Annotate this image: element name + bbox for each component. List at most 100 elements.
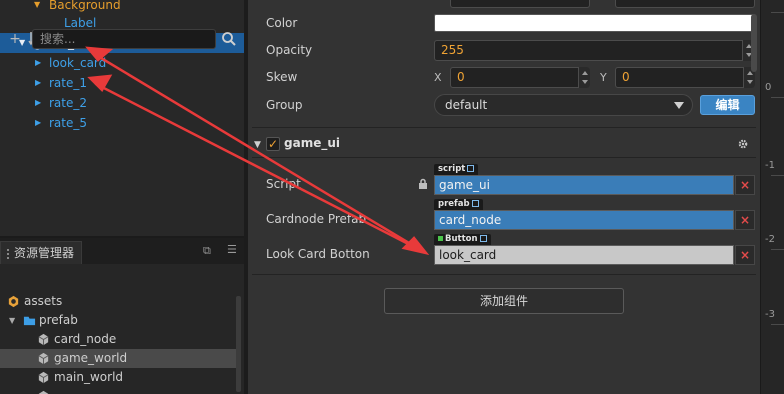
- group-value: default: [445, 98, 488, 112]
- script-field[interactable]: game_ui: [434, 175, 734, 195]
- asset-item-partial[interactable]: [0, 387, 236, 394]
- prefab-cube-icon: [38, 333, 49, 346]
- open-link-icon[interactable]: [467, 165, 475, 172]
- partial-top-field-2[interactable]: [615, 0, 755, 8]
- group-label: Group: [266, 98, 303, 112]
- clear-script-button[interactable]: ×: [735, 175, 755, 195]
- ruler-line: [771, 175, 784, 176]
- script-value: game_ui: [439, 178, 490, 192]
- ruler-line: [771, 324, 784, 325]
- hierarchy-item-look-card[interactable]: ▶ look_card: [0, 53, 244, 73]
- add-asset-icon[interactable]: +: [6, 30, 24, 48]
- ruler-line: [771, 97, 784, 98]
- drag-handle-icon[interactable]: [7, 248, 11, 259]
- asset-item-main-world[interactable]: main_world: [0, 368, 236, 387]
- prefab-type-tag: prefab: [434, 199, 483, 210]
- divider: [252, 274, 756, 275]
- inspector-scrollbar[interactable]: [751, 14, 757, 72]
- scene-cube-icon: [38, 352, 49, 365]
- opacity-label: Opacity: [266, 43, 313, 57]
- tag-label: script: [438, 164, 466, 174]
- collapse-component-icon[interactable]: ▼: [254, 140, 261, 150]
- cardnode-prefab-label: Cardnode Prefab: [266, 212, 367, 226]
- divider: [252, 127, 756, 128]
- button-value: look_card: [439, 248, 497, 262]
- assets-scrollbar[interactable]: [236, 296, 241, 392]
- ruler-tick-label: -2: [765, 234, 775, 245]
- assets-db-icon: [8, 295, 19, 308]
- skew-x-input[interactable]: 0: [450, 67, 590, 88]
- skew-y-value: 0: [622, 70, 630, 84]
- look-card-button-field[interactable]: look_card: [434, 245, 734, 265]
- tag-label: prefab: [438, 199, 470, 209]
- asset-search-input[interactable]: 搜索...: [32, 29, 216, 49]
- asset-item-card-node[interactable]: card_node: [0, 330, 236, 349]
- ruler-line: [771, 249, 784, 250]
- hierarchy-item-label: look_card: [49, 56, 107, 70]
- partial-top-field-1[interactable]: [450, 0, 590, 8]
- tab-assets[interactable]: 资源管理器: [0, 241, 82, 264]
- open-link-icon[interactable]: [471, 200, 479, 207]
- asset-item-label: main_world: [54, 370, 124, 384]
- opacity-value: 255: [441, 43, 464, 57]
- clear-prefab-button[interactable]: ×: [735, 210, 755, 230]
- open-link-icon[interactable]: [479, 235, 487, 242]
- folder-icon: [23, 316, 36, 326]
- edit-group-button[interactable]: 编辑: [700, 95, 755, 115]
- hierarchy-item-label: rate_2: [49, 96, 88, 110]
- asset-item-label: assets: [24, 294, 63, 308]
- hierarchy-item-rate-5[interactable]: ▶ rate_5: [0, 113, 244, 133]
- collapse-arrow-icon[interactable]: ▶: [35, 113, 41, 133]
- scene-cube-icon: [38, 390, 49, 394]
- asset-item-label: card_node: [54, 332, 117, 346]
- ruler-tick-label: 0: [765, 82, 772, 93]
- opacity-input[interactable]: 255: [434, 40, 755, 61]
- skew-x-stepper[interactable]: [578, 67, 590, 88]
- popout-icon[interactable]: ⧉: [203, 244, 211, 258]
- close-icon: ×: [739, 178, 751, 192]
- close-icon: ×: [739, 213, 751, 227]
- hierarchy-item-label: rate_5: [49, 116, 88, 130]
- skew-label: Skew: [266, 70, 298, 84]
- scene-ruler: 0 -1 -2 -3: [760, 0, 784, 394]
- lock-icon: [419, 178, 427, 189]
- skew-y-label: Y: [600, 71, 607, 84]
- ruler-line: [771, 12, 784, 13]
- node-cube-icon: [438, 236, 443, 241]
- script-type-tag: script: [434, 164, 479, 175]
- assets-tabbar: 资源管理器 ⧉ ☰: [0, 238, 244, 264]
- asset-item-assets[interactable]: assets: [0, 292, 236, 311]
- hierarchy-item-rate-2[interactable]: ▶ rate_2: [0, 93, 244, 113]
- asset-item-prefab-folder[interactable]: ▼ prefab: [0, 311, 236, 330]
- cardnode-prefab-field[interactable]: card_node: [434, 210, 734, 230]
- add-component-button[interactable]: 添加组件: [384, 288, 624, 314]
- clear-button-ref-button[interactable]: ×: [735, 245, 755, 265]
- search-icon[interactable]: [221, 30, 237, 48]
- button-type-tag: Button: [434, 234, 491, 245]
- menu-icon[interactable]: ☰: [227, 243, 237, 257]
- group-select[interactable]: default: [434, 94, 693, 116]
- skew-x-label: X: [434, 71, 442, 84]
- chevron-down-icon: [674, 102, 684, 109]
- prefab-value: card_node: [439, 213, 502, 227]
- divider: [252, 157, 756, 158]
- ruler-tick-label: -3: [765, 309, 775, 320]
- collapse-arrow-icon[interactable]: ▶: [35, 73, 41, 93]
- asset-item-game-world[interactable]: game_world: [0, 349, 236, 368]
- look-card-button-label: Look Card Botton: [266, 247, 370, 261]
- skew-y-input[interactable]: 0: [615, 67, 755, 88]
- color-picker[interactable]: [434, 14, 755, 32]
- collapse-arrow-icon[interactable]: ▶: [35, 93, 41, 113]
- close-icon: ×: [739, 248, 751, 262]
- gear-icon[interactable]: [737, 138, 749, 150]
- color-label: Color: [266, 16, 298, 30]
- scene-cube-icon: [38, 371, 49, 384]
- expand-arrow-icon[interactable]: ▼: [9, 311, 15, 330]
- tab-label: 资源管理器: [14, 246, 75, 260]
- collapse-arrow-icon[interactable]: ▶: [35, 53, 41, 73]
- tag-label: Button: [445, 234, 478, 244]
- component-enabled-checkbox[interactable]: ✓: [266, 137, 280, 151]
- script-label: Script: [266, 177, 301, 191]
- skew-x-value: 0: [457, 70, 465, 84]
- hierarchy-item-rate-1[interactable]: ▶ rate_1: [0, 73, 244, 93]
